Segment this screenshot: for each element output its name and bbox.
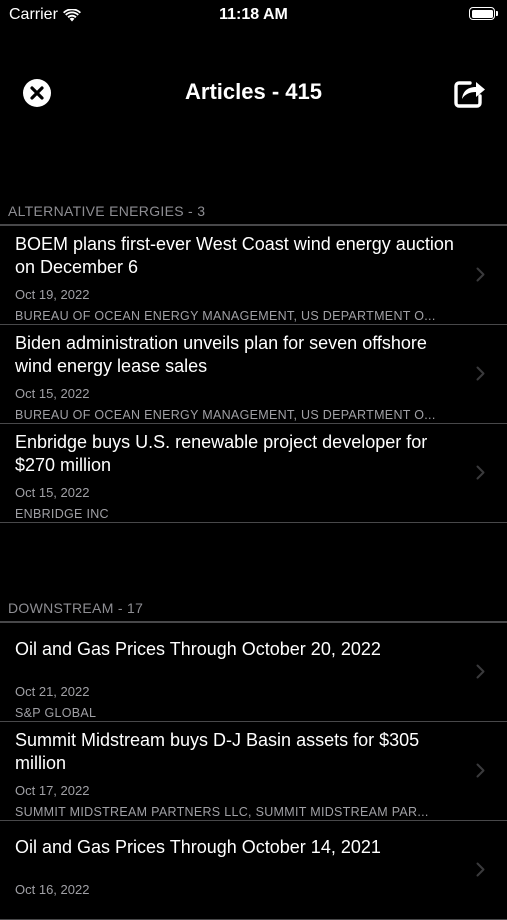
share-icon <box>454 81 485 108</box>
article-title: Oil and Gas Prices Through October 20, 2… <box>15 639 381 659</box>
page-title: Articles - 415 <box>185 79 322 104</box>
article-title: BOEM plans first-ever West Coast wind en… <box>15 234 454 277</box>
articles-list: ALTERNATIVE ENERGIES - 3 BOEM plans firs… <box>0 196 507 920</box>
article-date: Oct 17, 2022 <box>15 783 90 798</box>
article-row[interactable]: Enbridge buys U.S. renewable project dev… <box>0 424 507 523</box>
status-time: 11:18 AM <box>219 6 288 23</box>
chevron-right-icon <box>476 862 485 877</box>
article-date: Oct 21, 2022 <box>15 684 90 699</box>
article-date: Oct 15, 2022 <box>15 386 90 401</box>
status-bar: Carrier 11:18 AM <box>0 0 507 32</box>
article-title: Summit Midstream buys D-J Basin assets f… <box>15 730 420 773</box>
section-header: DOWNSTREAM - 17 <box>0 593 507 623</box>
article-source: BUREAU OF OCEAN ENERGY MANAGEMENT, US DE… <box>15 408 436 422</box>
article-row[interactable]: Oil and Gas Prices Through October 20, 2… <box>0 623 507 722</box>
article-date: Oct 16, 2022 <box>15 882 90 897</box>
article-date: Oct 19, 2022 <box>15 287 90 302</box>
article-title: Enbridge buys U.S. renewable project dev… <box>15 432 428 475</box>
article-row[interactable]: Summit Midstream buys D-J Basin assets f… <box>0 722 507 821</box>
article-source: SUMMIT MIDSTREAM PARTNERS LLC, SUMMIT MI… <box>15 805 429 819</box>
article-source: S&P GLOBAL <box>15 706 97 720</box>
article-row[interactable]: Oil and Gas Prices Through October 14, 2… <box>0 821 507 920</box>
chevron-right-icon <box>476 465 485 480</box>
chevron-right-icon <box>476 763 485 778</box>
article-title: Oil and Gas Prices Through October 14, 2… <box>15 837 381 857</box>
article-date: Oct 15, 2022 <box>15 485 90 500</box>
section-header: ALTERNATIVE ENERGIES - 3 <box>0 196 507 226</box>
share-button[interactable] <box>453 77 487 109</box>
article-row[interactable]: Biden administration unveils plan for se… <box>0 325 507 424</box>
article-title: Biden administration unveils plan for se… <box>15 333 427 376</box>
chevron-right-icon <box>476 267 485 282</box>
chevron-right-icon <box>476 664 485 679</box>
battery-icon <box>469 7 498 20</box>
article-source: ENBRIDGE INC <box>15 507 109 521</box>
chevron-right-icon <box>476 366 485 381</box>
article-source: BUREAU OF OCEAN ENERGY MANAGEMENT, US DE… <box>15 309 436 323</box>
navigation-bar: Articles - 415 <box>0 64 507 120</box>
article-row[interactable]: BOEM plans first-ever West Coast wind en… <box>0 226 507 325</box>
